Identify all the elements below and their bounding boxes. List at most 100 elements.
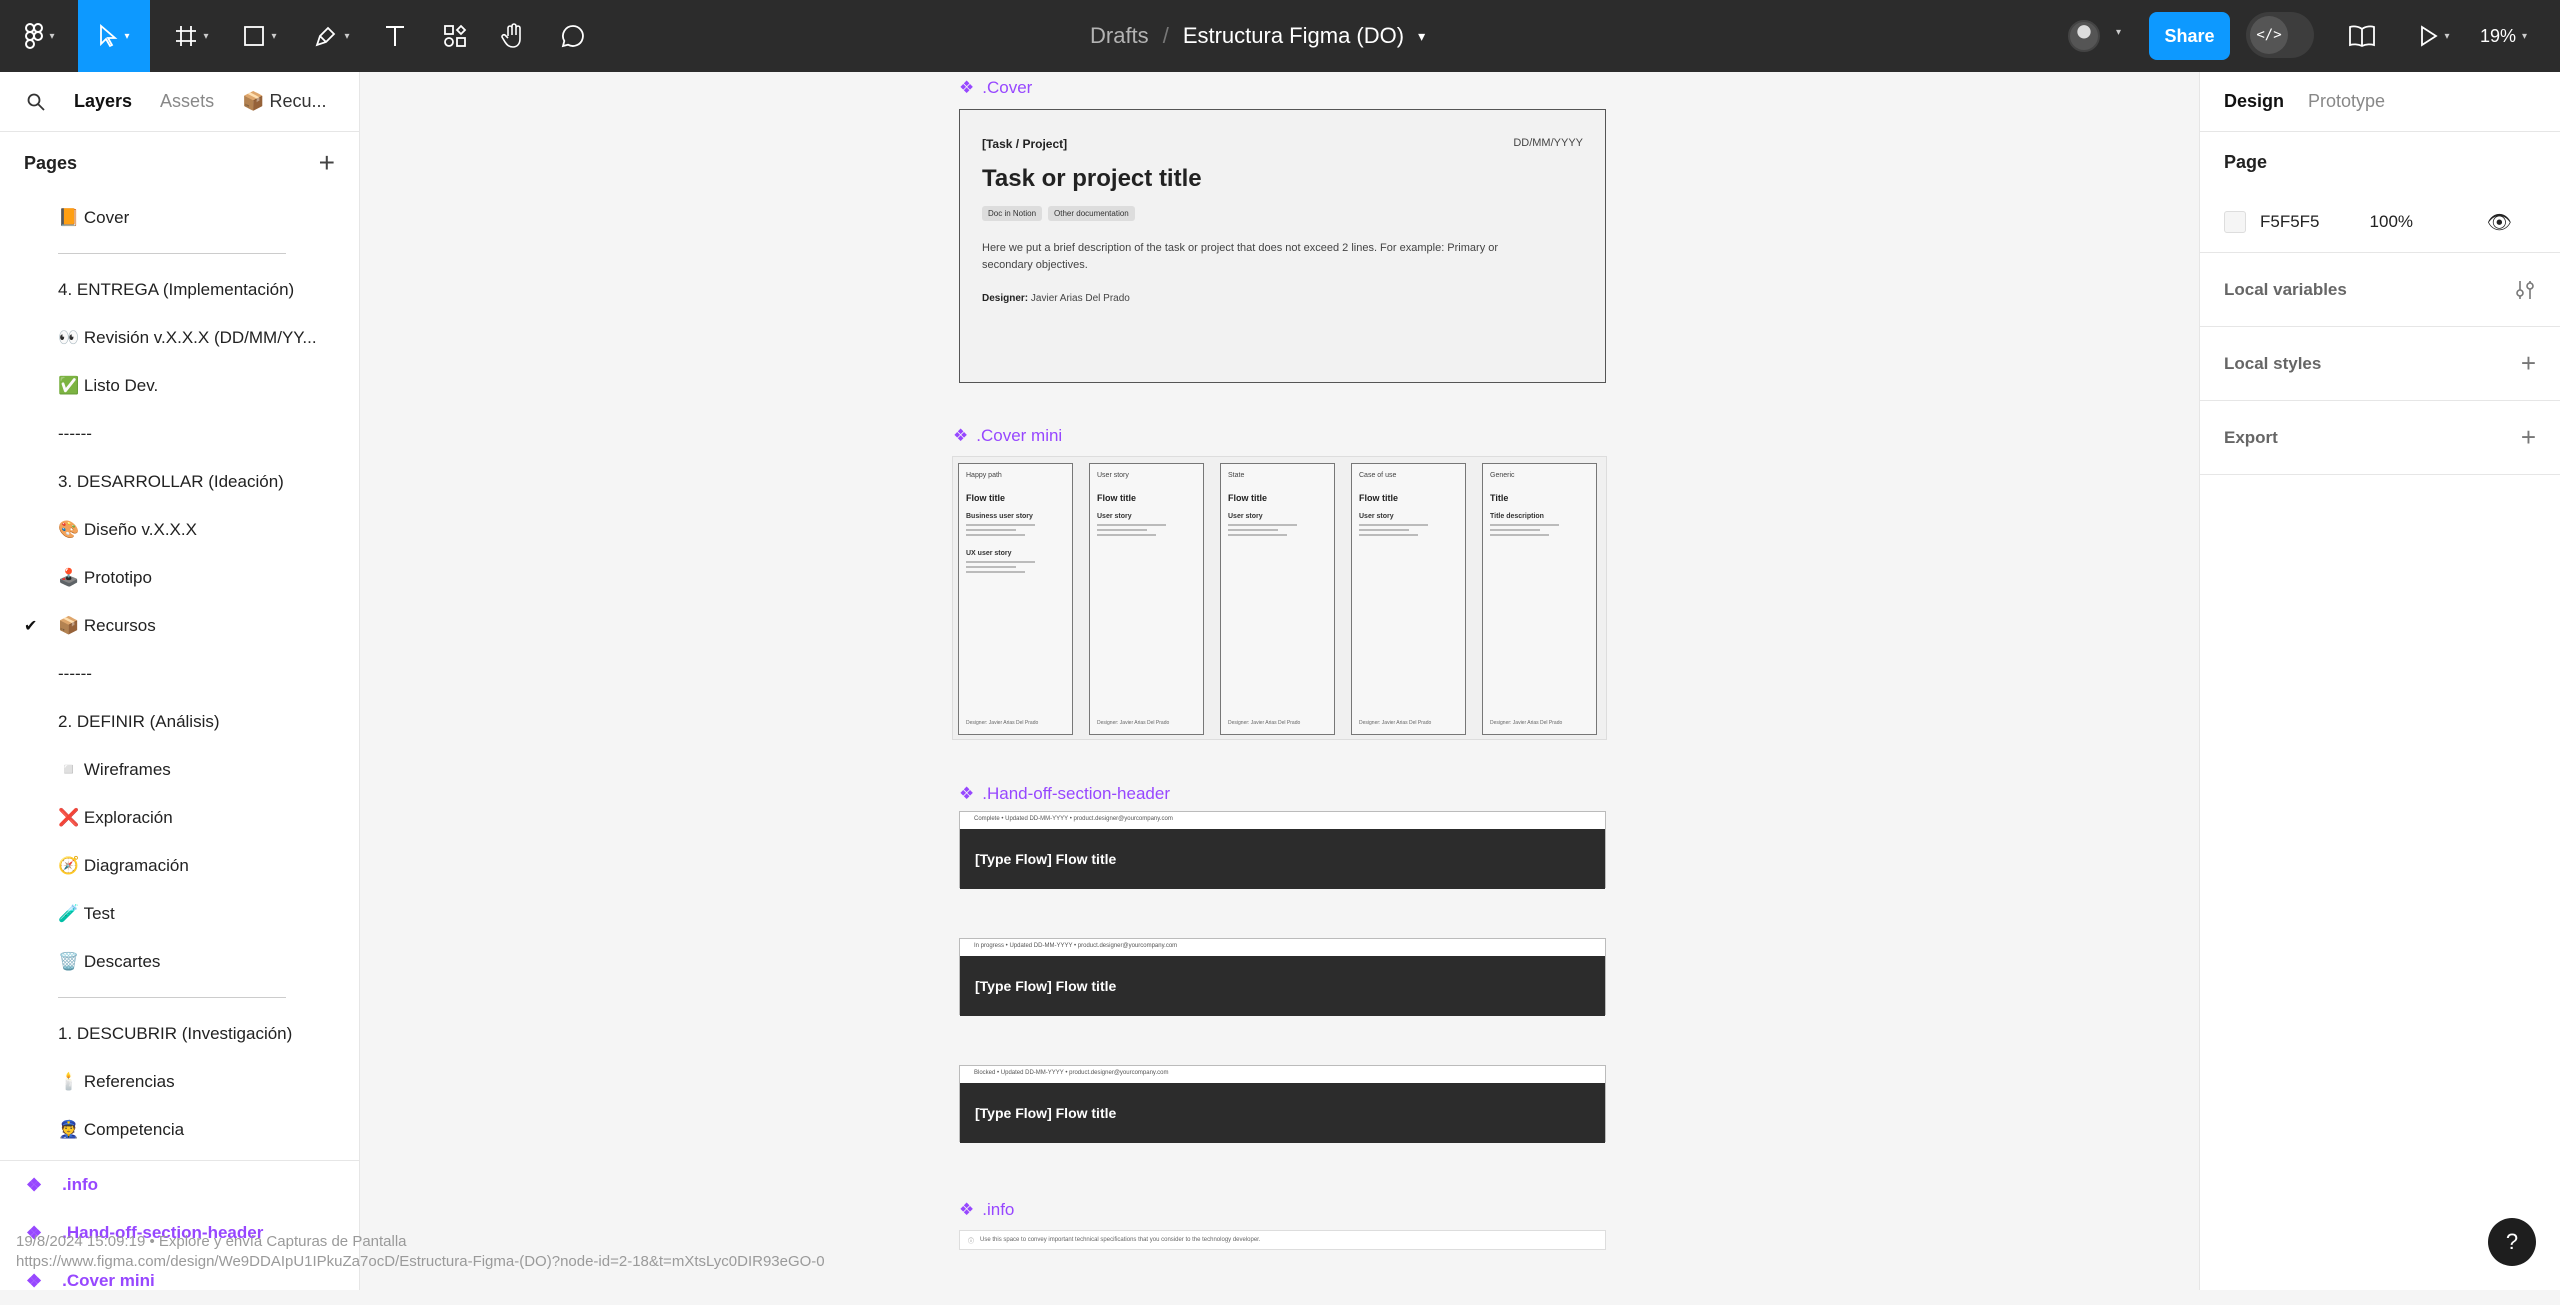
page-item[interactable]: 1. DESCUBRIR (Investigación) (0, 1010, 359, 1058)
dev-mode-toggle[interactable]: </> (2246, 12, 2314, 58)
hand-off-meta: Blocked • Updated DD-MM-YYYY • product.d… (974, 1070, 1169, 1076)
library-button[interactable] (2344, 0, 2380, 72)
cover-frame[interactable]: [Task / Project] DD/MM/YYYY Task or proj… (959, 109, 1606, 383)
page-item-label: 2. DEFINIR (Análisis) (58, 712, 220, 731)
local-variables-label[interactable]: Local variables (2224, 280, 2347, 300)
top-toolbar: ▾ ▾ ▾ ▾ ▾ Drafts / Estructura Figma (DO)… (0, 0, 2560, 72)
fill-hex[interactable]: F5F5F5 (2260, 212, 2320, 232)
text-tool-button[interactable] (378, 0, 412, 72)
mini-footer: Designer: Javier Arias Del Prado (1097, 720, 1170, 726)
fill-opacity[interactable]: 100% (2370, 212, 2413, 232)
screenshot-watermark-url: https://www.figma.com/design/We9DDAIpU1I… (16, 1253, 825, 1270)
frame-tool-button[interactable]: ▾ (166, 0, 218, 72)
page-item[interactable]: 3. DESARROLLAR (Ideación) (0, 458, 359, 506)
page-item[interactable]: ✔ 📦 Recursos (0, 602, 359, 650)
drafts-link[interactable]: Drafts (1090, 23, 1149, 49)
tab-design[interactable]: Design (2224, 91, 2284, 112)
pen-tool-button[interactable]: ▾ (306, 0, 358, 72)
info-frame[interactable]: ⓘ Use this space to convey important tec… (959, 1230, 1606, 1250)
cover-frame-label[interactable]: ❖ .Cover (959, 78, 1032, 98)
help-button[interactable]: ? (2488, 1218, 2536, 1266)
search-icon[interactable] (26, 93, 46, 111)
page-item-label: 1. DESCUBRIR (Investigación) (58, 1024, 293, 1043)
canvas[interactable]: ❖ .Cover [Task / Project] DD/MM/YYYY Tas… (360, 72, 2199, 1290)
page-section: Page F5F5F5 100% 👁 (2200, 132, 2560, 253)
page-item[interactable]: ◽ Wireframes (0, 746, 359, 794)
page-item[interactable]: 4. ENTREGA (Implementación) (0, 266, 359, 314)
mini-subtitle: Business user story (966, 513, 1033, 520)
component-item[interactable]: ❖ .info (0, 1161, 360, 1209)
mini-title: Flow title (966, 493, 1005, 503)
hand-off-frame-label[interactable]: ❖ .Hand-off-section-header (959, 784, 1170, 804)
cover-mini-card[interactable]: State Flow title User story Designer: Javie… (1220, 463, 1335, 735)
component-icon: ❖ (959, 78, 975, 97)
page-item-label: ------ (58, 424, 92, 443)
chevron-down-icon[interactable]: ▾ (2116, 27, 2121, 38)
page-item[interactable]: ------ (0, 410, 359, 458)
file-title[interactable]: Drafts / Estructura Figma (DO) ▾ (1090, 0, 1425, 72)
mini-footer: Designer: Javier Arias Del Prado (1490, 720, 1563, 726)
hand-tool-button[interactable] (496, 0, 530, 72)
page-item-label: 📦 Recursos (58, 616, 156, 635)
zoom-dropdown[interactable]: 19% ▾ (2480, 0, 2527, 72)
hand-off-section-header[interactable]: In progress • Updated DD-MM-YYYY • produ… (959, 938, 1606, 1016)
mini-type: User story (1097, 472, 1129, 479)
tab-assets[interactable]: Assets (160, 91, 214, 112)
move-tool-button[interactable]: ▾ (78, 0, 150, 72)
tab-layers[interactable]: Layers (74, 91, 132, 112)
component-icon: ❖ (26, 1174, 43, 1195)
hand-off-section-header[interactable]: Blocked • Updated DD-MM-YYYY • product.d… (959, 1065, 1606, 1143)
cover-mini-card[interactable]: Case of use Flow title User story Designer:… (1351, 463, 1466, 735)
page-item[interactable]: ------ (0, 650, 359, 698)
local-styles-label: Local styles (2224, 353, 2322, 373)
page-item[interactable]: 📙 Cover (0, 194, 359, 242)
comment-icon (561, 25, 584, 48)
cover-mini-card[interactable]: Generic Title Title description Designer: J… (1482, 463, 1597, 735)
cover-mini-set[interactable]: Happy path Flow title Business user story U… (952, 456, 1607, 740)
add-style-icon[interactable]: + (2521, 348, 2536, 379)
page-item[interactable]: ✅ Listo Dev. (0, 362, 359, 410)
cover-mini-frame-label[interactable]: ❖ .Cover mini (953, 426, 1062, 446)
info-frame-label[interactable]: ❖ .info (959, 1200, 1014, 1220)
page-item[interactable]: 🧭 Diagramación (0, 842, 359, 890)
page-item[interactable]: 🕯️ Referencias (0, 1058, 359, 1106)
cover-mini-card[interactable]: Happy path Flow title Business user story U… (958, 463, 1073, 735)
component-icon: ❖ (953, 426, 969, 445)
current-page-dropdown[interactable]: 📦 Recu... (242, 91, 326, 112)
add-page-icon[interactable]: + (319, 147, 335, 179)
page-item[interactable]: 🕹️ Prototipo (0, 554, 359, 602)
share-button[interactable]: Share (2149, 12, 2230, 60)
mini-footer: Designer: Javier Arias Del Prado (966, 720, 1039, 726)
chip-other-docs: Other documentation (1048, 206, 1135, 221)
page-item-label: 🕹️ Prototipo (58, 568, 152, 587)
page-item[interactable]: 👮 Competencia (0, 1106, 359, 1154)
page-item[interactable]: 👀 Revisión v.X.X.X (DD/MM/YY... (0, 314, 359, 362)
figma-menu-button[interactable]: ▾ (18, 0, 62, 72)
export-section: Export + (2200, 401, 2560, 475)
tab-prototype[interactable]: Prototype (2308, 91, 2385, 112)
zoom-level: 19% (2480, 25, 2517, 46)
add-export-icon[interactable]: + (2521, 422, 2536, 453)
avatar[interactable] (2068, 20, 2100, 52)
hand-icon (501, 23, 521, 48)
shape-tool-button[interactable]: ▾ (234, 0, 286, 72)
page-fill-row[interactable]: F5F5F5 100% 👁 (2224, 192, 2536, 252)
eye-icon[interactable]: 👁 (2487, 210, 2512, 235)
page-item[interactable]: 🧪 Test (0, 890, 359, 938)
fill-swatch[interactable] (2224, 211, 2246, 233)
page-item-label: 🎨 Diseño v.X.X.X (58, 520, 197, 539)
hand-off-section-header[interactable]: Complete • Updated DD-MM-YYYY • product.… (959, 811, 1606, 889)
cover-mini-card[interactable]: User story Flow title User story Designer: … (1089, 463, 1204, 735)
page-item[interactable]: 🗑️ Descartes (0, 938, 359, 986)
comment-tool-button[interactable] (556, 0, 590, 72)
page-item[interactable]: 2. DEFINIR (Análisis) (0, 698, 359, 746)
pen-icon (316, 26, 336, 47)
file-name[interactable]: Estructura Figma (DO) (1183, 23, 1404, 49)
mini-type: Generic (1490, 472, 1515, 479)
resources-tool-button[interactable] (438, 0, 472, 72)
variables-settings-icon[interactable] (2514, 279, 2536, 301)
chevron-down-icon[interactable]: ▾ (1418, 28, 1425, 45)
page-item[interactable]: ❌ Exploración (0, 794, 359, 842)
page-item[interactable]: 🎨 Diseño v.X.X.X (0, 506, 359, 554)
present-button[interactable]: ▾ (2410, 0, 2460, 72)
